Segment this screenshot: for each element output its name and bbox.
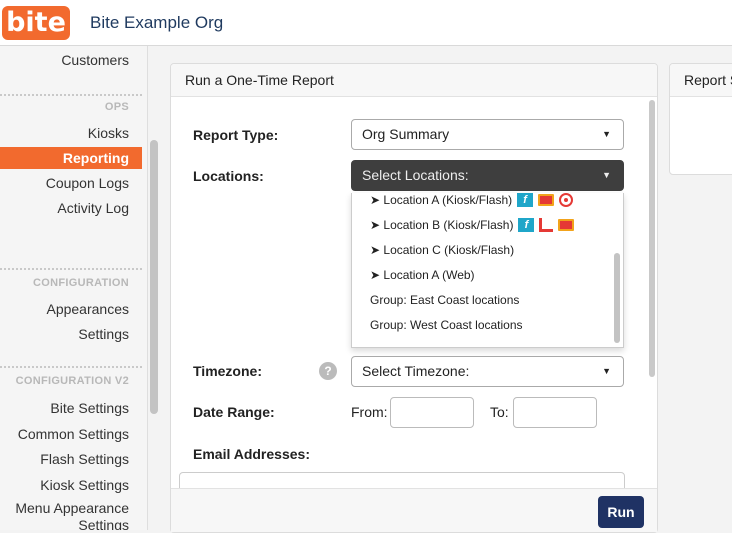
bag-icon xyxy=(558,219,575,231)
location-option[interactable]: ➤ Location A (Web) xyxy=(370,268,475,282)
sidebar-item-appearances[interactable]: Appearances xyxy=(0,298,142,320)
delivery-icon xyxy=(559,193,574,207)
chevron-down-icon: ▼ xyxy=(602,170,611,180)
sidebar-item-flash-settings[interactable]: Flash Settings xyxy=(0,448,142,470)
section-divider xyxy=(0,94,142,96)
flash-icon: f xyxy=(518,218,535,232)
top-bar: bite Bite Example Org xyxy=(0,0,732,46)
to-label: To: xyxy=(490,404,509,420)
from-date-input[interactable] xyxy=(390,397,474,428)
sidebar-item-reporting[interactable]: Reporting xyxy=(0,147,142,169)
flash-icon: f xyxy=(517,193,534,207)
location-group-option[interactable]: Group: West Coast locations xyxy=(370,318,523,332)
location-option[interactable]: ➤ Location C (Kiosk/Flash) xyxy=(370,243,514,257)
bag-icon xyxy=(538,194,555,206)
section-divider xyxy=(0,268,142,270)
report-type-value: Org Summary xyxy=(362,126,450,142)
report-schedule-card-title: Report S xyxy=(670,64,732,97)
sidebar-item-coupon-logs[interactable]: Coupon Logs xyxy=(0,172,142,194)
location-group-option[interactable]: Group: East Coast locations xyxy=(370,293,519,307)
chevron-down-icon: ▼ xyxy=(602,129,611,139)
timezone-select[interactable]: Select Timezone: ▼ xyxy=(351,356,624,387)
report-type-select[interactable]: Org Summary ▼ xyxy=(351,119,624,150)
sidebar: Customers OPS Kiosks Reporting Coupon Lo… xyxy=(0,46,148,530)
bite-logo[interactable]: bite xyxy=(0,0,72,46)
locations-placeholder: Select Locations: xyxy=(362,167,469,183)
sidebar-item-bite-settings[interactable]: Bite Settings xyxy=(0,397,142,419)
timezone-label: Timezone: xyxy=(193,363,262,379)
run-button[interactable]: Run xyxy=(598,496,644,528)
sidebar-item-kiosks[interactable]: Kiosks xyxy=(0,122,142,144)
sidebar-item-customers[interactable]: Customers xyxy=(0,49,142,71)
org-title: Bite Example Org xyxy=(90,12,224,32)
sidebar-item-activity-log[interactable]: Activity Log xyxy=(0,197,142,219)
sidebar-item-common-settings[interactable]: Common Settings xyxy=(0,423,142,445)
section-configuration: CONFIGURATION xyxy=(33,277,129,289)
locations-select[interactable]: Select Locations: ▼ xyxy=(351,160,624,191)
report-type-label: Report Type: xyxy=(193,127,279,143)
sidebar-scrollbar[interactable] xyxy=(150,140,158,414)
logo-text: bite xyxy=(2,5,70,40)
chair-icon xyxy=(539,218,554,232)
chevron-down-icon: ▼ xyxy=(602,366,611,376)
locations-label: Locations: xyxy=(193,168,264,184)
sidebar-item-menu-appearance-settings[interactable]: Menu Appearance Settings xyxy=(0,500,142,530)
card-scrollbar[interactable] xyxy=(649,100,655,377)
report-schedule-card: Report S xyxy=(669,63,732,175)
section-configuration-v2: CONFIGURATION V2 xyxy=(15,375,129,387)
location-option[interactable]: ➤ Location A (Kiosk/Flash) f xyxy=(370,193,574,207)
to-date-input[interactable] xyxy=(513,397,597,428)
report-card-body: Report Type: Org Summary ▼ Locations: Se… xyxy=(171,98,657,512)
date-range-label: Date Range: xyxy=(193,404,275,420)
sidebar-item-settings[interactable]: Settings xyxy=(0,323,142,345)
dropdown-scrollbar[interactable] xyxy=(614,253,620,343)
section-ops: OPS xyxy=(104,101,129,113)
help-icon[interactable]: ? xyxy=(319,362,337,380)
section-divider xyxy=(0,366,142,368)
sidebar-item-kiosk-settings[interactable]: Kiosk Settings xyxy=(0,474,142,496)
timezone-placeholder: Select Timezone: xyxy=(362,363,470,379)
report-card-footer: Run xyxy=(171,488,657,532)
locations-dropdown-menu: ➤ Location A (Kiosk/Flash) f ➤ Location … xyxy=(351,193,624,348)
email-addresses-label: Email Addresses: xyxy=(193,446,310,462)
report-card: Run a One-Time Report Report Type: Org S… xyxy=(170,63,658,533)
location-option[interactable]: ➤ Location B (Kiosk/Flash) f xyxy=(370,218,575,232)
from-label: From: xyxy=(351,404,388,420)
report-card-title: Run a One-Time Report xyxy=(171,64,657,97)
